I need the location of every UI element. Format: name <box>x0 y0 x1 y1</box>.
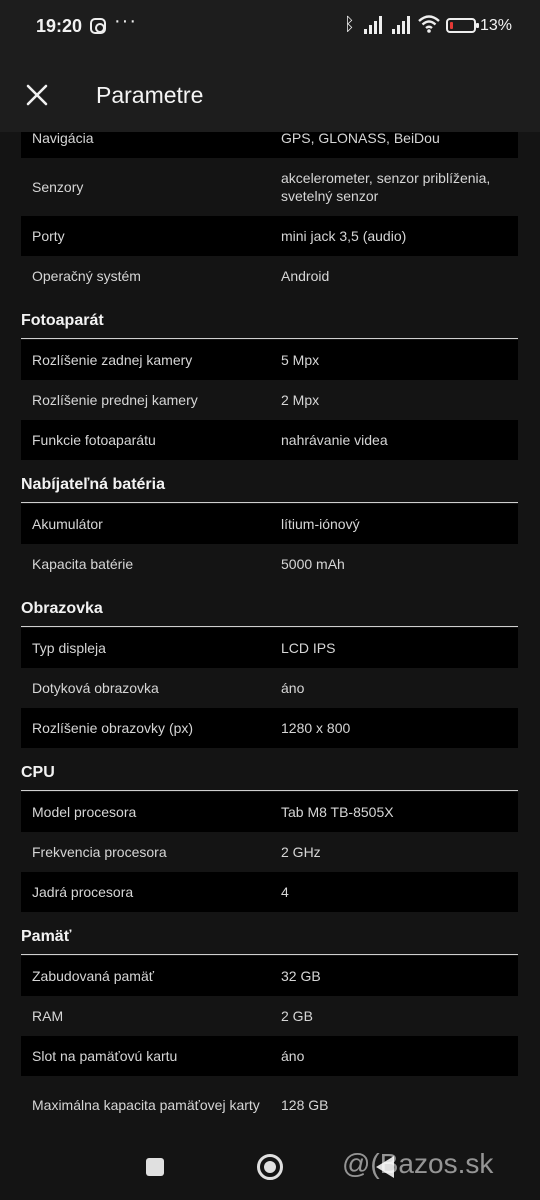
spec-row: Typ displeja LCD IPS <box>21 628 518 668</box>
spec-label: Zabudovaná pamäť <box>32 968 155 984</box>
section-divider <box>21 338 518 339</box>
spec-value: GPS, GLONASS, BeiDou <box>281 132 440 146</box>
spec-label: Slot na pamäťovú kartu <box>32 1048 178 1064</box>
section-title: Nabíjateľná batéria <box>21 476 165 493</box>
spec-value: 2 Mpx <box>281 392 320 408</box>
spec-value: 1280 x 800 <box>281 720 351 736</box>
spec-label: Frekvencia procesora <box>32 844 167 860</box>
spec-value: 2 GHz <box>281 844 321 860</box>
spec-value: 2 GB <box>281 1008 313 1024</box>
spec-value: akcelerometer, senzor priblíženia, svete… <box>281 170 491 204</box>
spec-label: Rozlíšenie zadnej kamery <box>32 352 193 368</box>
more-notifications-icon: ··· <box>114 10 137 32</box>
spec-row: Akumulátor lítium-iónový <box>21 504 518 544</box>
spec-label: Model procesora <box>32 804 137 820</box>
spec-value: 5000 mAh <box>281 556 345 572</box>
spec-value: 5 Mpx <box>281 352 320 368</box>
spec-value: Tab M8 TB-8505X <box>281 804 394 820</box>
parameters-list[interactable]: Navigácia GPS, GLONASS, BeiDou Senzory akce… <box>0 132 540 1136</box>
spec-label: Typ displeja <box>32 640 106 656</box>
spec-row: Slot na pamäťovú kartu áno <box>21 1036 518 1076</box>
spec-label: RAM <box>32 1008 64 1024</box>
wifi-icon <box>418 15 440 33</box>
page-title: Parametre <box>96 82 204 108</box>
spec-value: nahrávanie videa <box>281 432 388 448</box>
spec-label: Operačný systém <box>32 268 141 284</box>
status-bar: 19:20 ··· ᛒ 13% <box>0 0 540 52</box>
spec-label: Maximálna kapacita pamäťovej karty <box>32 1097 260 1113</box>
instagram-icon <box>90 18 106 34</box>
spec-row: Kapacita batérie 5000 mAh <box>21 544 518 584</box>
spec-row: Dotyková obrazovka áno <box>21 668 518 708</box>
bazos-watermark: @(Bazos.sk <box>342 1148 494 1179</box>
spec-label: Rozlíšenie prednej kamery <box>32 392 198 408</box>
spec-label: Navigácia <box>32 132 94 146</box>
bluetooth-icon: ᛒ <box>344 14 355 34</box>
spec-row: Maximálna kapacita pamäťovej karty 128 GB <box>21 1076 518 1134</box>
signal-icon <box>392 16 412 34</box>
spec-value: 32 GB <box>281 968 321 984</box>
spec-row: Jadrá procesora 4 <box>21 872 518 912</box>
spec-row: Porty mini jack 3,5 (audio) <box>21 216 518 256</box>
spec-row: Funkcie fotoaparátu nahrávanie videa <box>21 420 518 460</box>
spec-row: Rozlíšenie obrazovky (px) 1280 x 800 <box>21 708 518 748</box>
spec-row: Model procesora Tab M8 TB-8505X <box>21 792 518 832</box>
battery-level <box>450 22 453 29</box>
close-icon[interactable] <box>24 82 50 108</box>
spec-row: Navigácia GPS, GLONASS, BeiDou <box>21 132 518 158</box>
home-button[interactable] <box>257 1154 283 1180</box>
spec-value: 128 GB <box>281 1097 329 1113</box>
section-divider <box>21 954 518 955</box>
status-time: 19:20 <box>36 16 83 36</box>
section-title: Obrazovka <box>21 600 103 617</box>
section-title: Pamäť <box>21 928 72 945</box>
navigation-bar: @(Bazos.sk <box>0 1136 540 1200</box>
spec-label: Dotyková obrazovka <box>32 680 159 696</box>
spec-row: Frekvencia procesora 2 GHz <box>21 832 518 872</box>
spec-value: áno <box>281 1048 305 1064</box>
spec-label: Akumulátor <box>32 516 103 532</box>
spec-value: lítium-iónový <box>281 516 360 532</box>
spec-row: RAM 2 GB <box>21 996 518 1036</box>
spec-label: Porty <box>32 228 65 244</box>
signal-icon <box>364 16 384 34</box>
spec-label: Rozlíšenie obrazovky (px) <box>32 720 194 736</box>
battery-icon <box>446 18 479 33</box>
spec-row: Zabudovaná pamäť 32 GB <box>21 956 518 996</box>
spec-value: LCD IPS <box>281 640 336 656</box>
spec-label: Funkcie fotoaparátu <box>32 432 156 448</box>
spec-label: Senzory <box>32 179 84 195</box>
section-divider <box>21 626 518 627</box>
spec-row: Rozlíšenie zadnej kamery 5 Mpx <box>21 340 518 380</box>
spec-row: Senzory akcelerometer, senzor priblíženia… <box>21 158 518 216</box>
spec-label: Jadrá procesora <box>32 884 134 900</box>
spec-label: Kapacita batérie <box>32 556 134 572</box>
section-divider <box>21 502 518 503</box>
spec-value: Android <box>281 268 330 284</box>
app-header: Parametre <box>0 52 540 132</box>
spec-value: mini jack 3,5 (audio) <box>281 228 407 244</box>
spec-row: Operačný systém Android <box>21 256 518 296</box>
battery-percent: 13% <box>480 17 513 34</box>
section-divider <box>21 790 518 791</box>
spec-value: 4 <box>281 884 289 900</box>
section-title: Fotoaparát <box>21 312 104 329</box>
spec-value: áno <box>281 680 305 696</box>
recent-apps-button[interactable] <box>146 1158 164 1176</box>
section-title: CPU <box>21 764 55 781</box>
spec-row: Rozlíšenie prednej kamery 2 Mpx <box>21 380 518 420</box>
